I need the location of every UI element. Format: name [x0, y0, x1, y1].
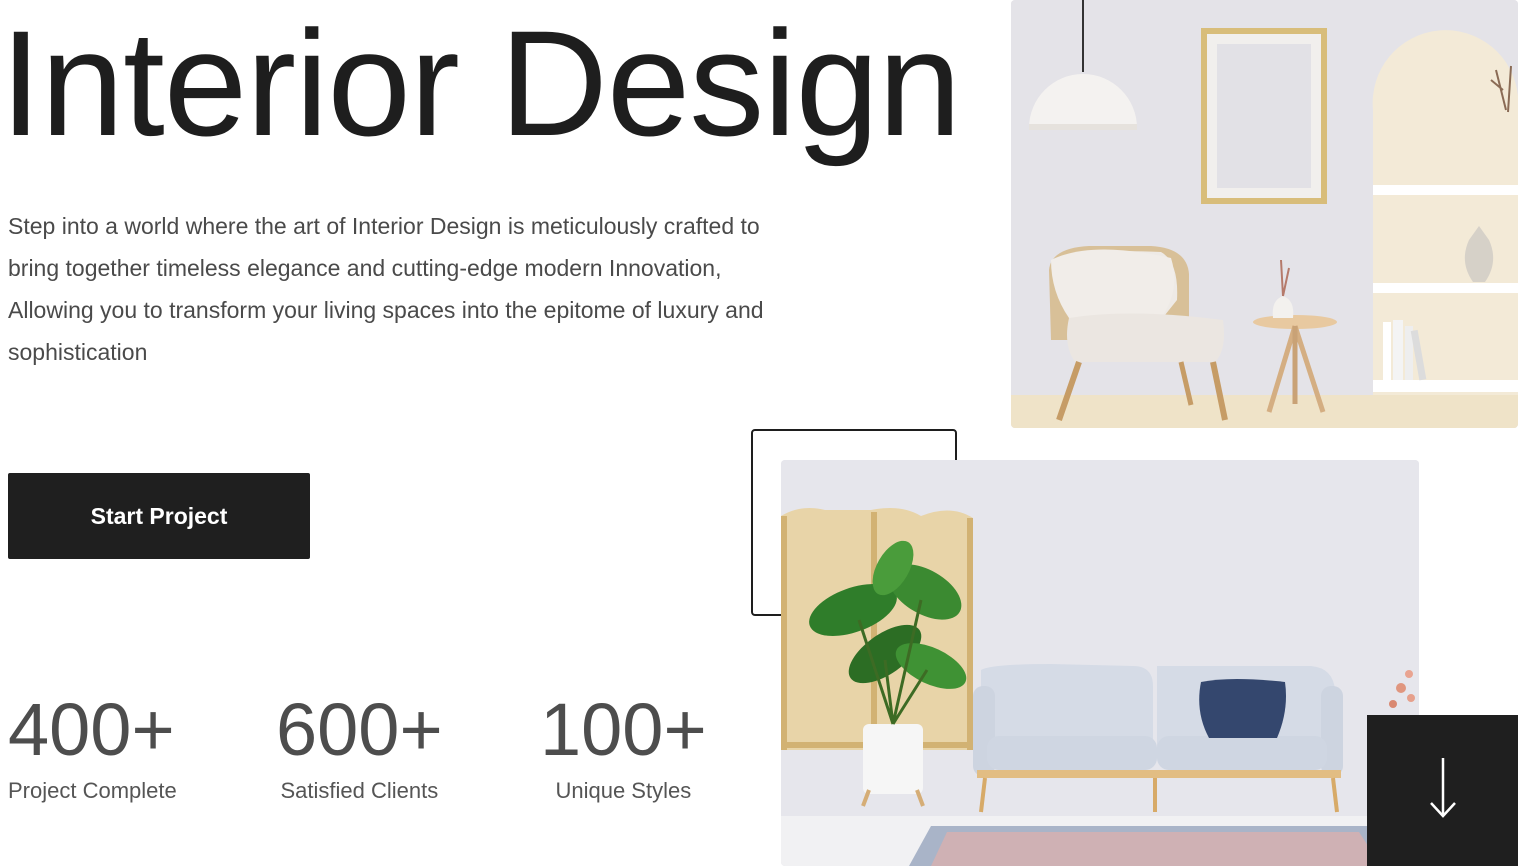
hero-description: Step into a world where the art of Inter…: [8, 213, 764, 365]
stat-value: 600+: [276, 688, 443, 771]
stat-styles: 100+ Unique Styles: [540, 690, 707, 806]
armchair-room-photo: [1011, 0, 1518, 428]
stat-clients: 600+ Satisfied Clients: [276, 690, 443, 806]
sofa-room-photo: [781, 460, 1419, 866]
hero-title: Interior Design: [0, 0, 961, 167]
start-project-button[interactable]: Start Project: [8, 473, 310, 559]
stat-label: Project Complete: [8, 778, 177, 803]
stat-value: 100+: [540, 688, 707, 771]
arrow-down-icon: [1428, 756, 1458, 825]
stat-label: Unique Styles: [555, 778, 692, 803]
stat-projects: 400+ Project Complete: [8, 690, 177, 806]
scroll-down-button[interactable]: [1367, 715, 1518, 866]
stat-value: 400+: [8, 688, 175, 771]
stat-label: Satisfied Clients: [280, 778, 439, 803]
